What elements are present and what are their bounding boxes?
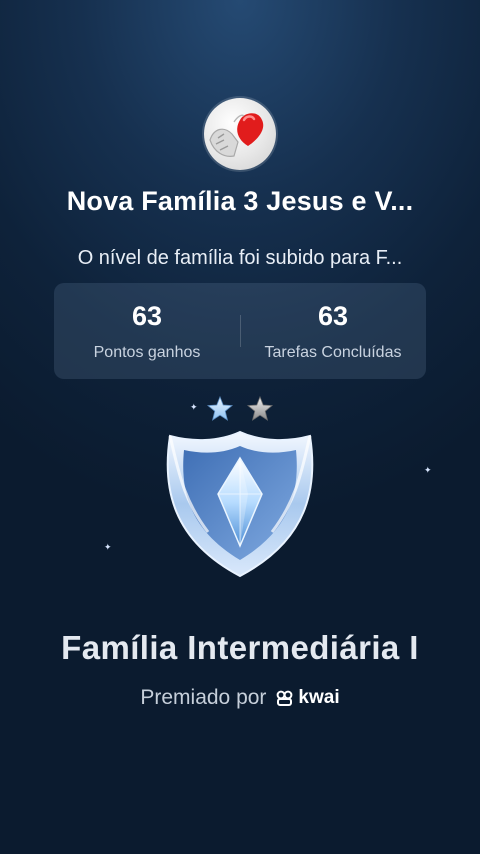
level-title: Família Intermediária I	[61, 629, 419, 666]
awarded-by-label: Premiado por	[140, 686, 267, 709]
kwai-logo: kwai	[276, 687, 340, 709]
stat-tasks: 63 Tarefas Concluídas	[240, 283, 426, 379]
stat-points: 63 Pontos ganhos	[54, 283, 240, 379]
sparkle-decoration: ✦	[190, 402, 198, 412]
stat-points-label: Pontos ganhos	[93, 344, 201, 361]
stats-panel: 63 Pontos ganhos 63 Tarefas Concluídas	[54, 283, 426, 379]
stat-tasks-value: 63	[317, 301, 349, 331]
star-filled-icon	[206, 395, 234, 421]
shield-crystal-badge-icon	[166, 430, 314, 578]
group-name: Nova Família 3 Jesus e V...	[66, 186, 414, 216]
heart-in-hands-icon	[209, 113, 264, 157]
stat-tasks-label: Tarefas Concluídas	[264, 344, 402, 361]
stat-points-value: 63	[131, 301, 163, 331]
star-empty-icon	[246, 395, 274, 421]
awarded-by: Premiado por kwai	[0, 686, 480, 710]
level-stars	[206, 395, 274, 421]
sparkle-decoration: ✦	[424, 465, 432, 475]
level-up-message: O nível de família foi subido para F...	[77, 247, 403, 269]
group-avatar[interactable]	[204, 98, 276, 170]
sparkle-decoration: ✦	[104, 542, 112, 552]
kwai-brand-text: kwai	[298, 687, 340, 708]
kwai-logo-icon	[277, 690, 293, 706]
